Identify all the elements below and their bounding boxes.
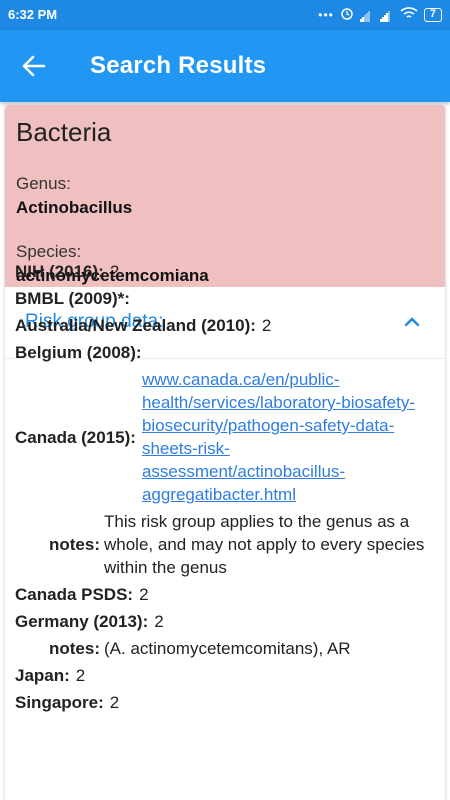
genus-label: Genus: bbox=[16, 174, 71, 193]
risk-group-list: NIH (2016): 2 BMBL (2009)*: Australia/Ne… bbox=[15, 260, 435, 718]
row-label: Japan: bbox=[15, 666, 70, 685]
row-label: NIH (2016): bbox=[15, 262, 104, 281]
row-value: 2 bbox=[109, 262, 120, 281]
page-title: Search Results bbox=[90, 52, 267, 79]
species-label: Species: bbox=[16, 242, 82, 261]
row-label: notes: bbox=[49, 639, 100, 658]
row-label: Germany (2013): bbox=[15, 612, 149, 631]
arrow-left-icon bbox=[22, 55, 46, 77]
app-bar: Search Results bbox=[0, 30, 450, 102]
alarm-icon bbox=[340, 6, 354, 25]
back-button[interactable] bbox=[18, 50, 50, 82]
status-time: 6:32 PM bbox=[8, 7, 58, 22]
row-value: 2 bbox=[154, 612, 164, 631]
risk-row-bmbl: BMBL (2009)*: bbox=[15, 287, 435, 310]
row-label: Canada (2015): bbox=[15, 427, 136, 447]
row-label: Belgium (2008): bbox=[15, 343, 142, 362]
row-value: (A. actinomycetemcomitans), AR bbox=[104, 639, 351, 658]
risk-row-australia: Australia/New Zealand (2010): 2 bbox=[15, 314, 435, 337]
row-label: Singapore: bbox=[15, 693, 104, 712]
row-value: 2 bbox=[139, 585, 149, 604]
risk-row-canada: Canada (2015): www.canada.ca/en/public-h… bbox=[15, 368, 435, 506]
row-value: 2 bbox=[261, 316, 272, 335]
row-label: BMBL (2009)*: bbox=[15, 289, 130, 308]
row-value: This risk group applies to the genus as … bbox=[104, 512, 425, 577]
row-label: Canada PSDS: bbox=[15, 585, 134, 604]
row-value: 2 bbox=[75, 666, 86, 685]
row-label: notes: bbox=[49, 535, 100, 554]
risk-row-nih: NIH (2016): 2 bbox=[15, 260, 435, 283]
battery-icon: 7 bbox=[423, 8, 442, 22]
risk-row-canada-psds: Canada PSDS: 2 bbox=[15, 583, 435, 606]
row-label: Australia/New Zealand (2010): bbox=[15, 316, 256, 335]
signal-icon-2 bbox=[379, 9, 394, 22]
signal-icon bbox=[359, 9, 374, 22]
risk-row-canada-notes: notes: This risk group applies to the ge… bbox=[15, 510, 435, 579]
status-bar: 6:32 PM ••• 7 bbox=[0, 0, 450, 30]
status-icons: ••• 7 bbox=[318, 6, 442, 24]
genus-value: Actinobacillus bbox=[16, 198, 133, 217]
kingdom-title: Bacteria bbox=[16, 117, 112, 147]
risk-row-germany: Germany (2013): 2 bbox=[15, 610, 435, 633]
canada-link[interactable]: www.canada.ca/en/public-health/services/… bbox=[142, 368, 422, 506]
wifi-icon bbox=[400, 6, 418, 25]
risk-row-germany-notes: notes: (A. actinomycetemcomitans), AR bbox=[15, 637, 435, 660]
risk-row-belgium: Belgium (2008): bbox=[15, 341, 435, 364]
row-value: 2 bbox=[109, 693, 120, 712]
risk-row-singapore: Singapore: 2 bbox=[15, 691, 435, 714]
risk-row-japan: Japan: 2 bbox=[15, 664, 435, 687]
more-icon: ••• bbox=[318, 8, 334, 22]
